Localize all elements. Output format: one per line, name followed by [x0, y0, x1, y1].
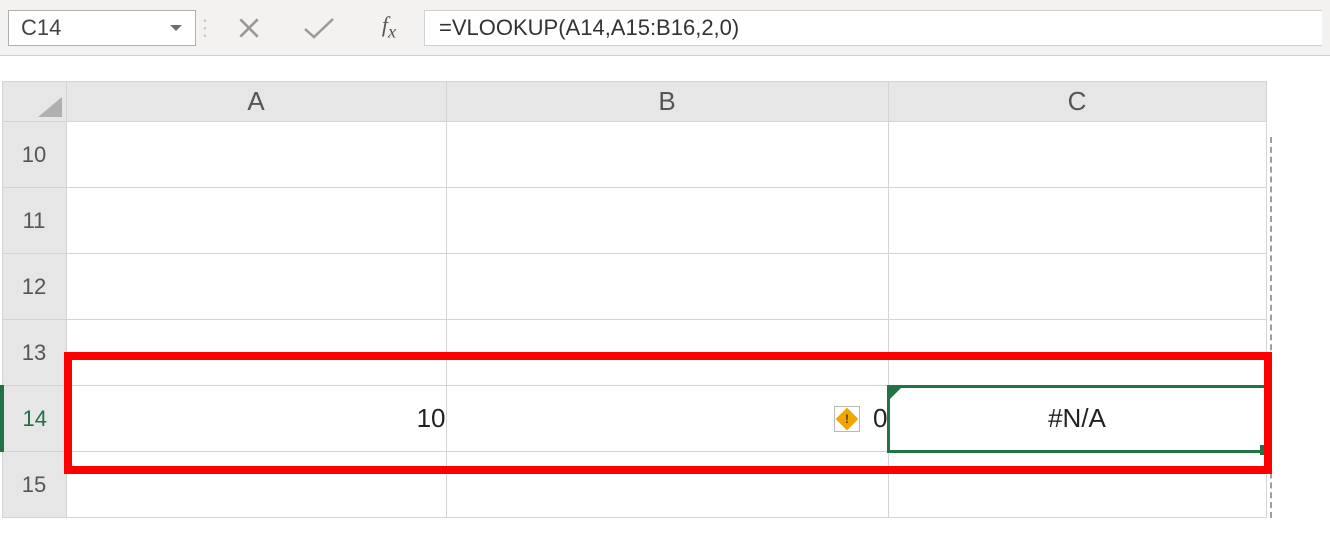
formula-input[interactable]: =VLOOKUP(A14,A15:B16,2,0) — [424, 10, 1322, 46]
cell-A10[interactable] — [66, 122, 446, 188]
cell-B14-value: 0 — [873, 403, 887, 433]
column-header-C[interactable]: C — [888, 82, 1266, 122]
cell-C10[interactable] — [888, 122, 1266, 188]
row-header-11[interactable]: 11 — [2, 188, 66, 254]
cell-B15[interactable] — [446, 452, 888, 518]
row-header-10[interactable]: 10 — [2, 122, 66, 188]
cell-B10[interactable] — [446, 122, 888, 188]
column-header-B[interactable]: B — [446, 82, 888, 122]
cell-B14[interactable]: 0 — [446, 386, 888, 452]
name-box[interactable]: C14 — [8, 10, 196, 46]
check-icon — [302, 16, 336, 40]
spreadsheet-grid: A B C 10 11 12 — [0, 56, 1330, 518]
separator-icon: ⋮ — [196, 15, 214, 41]
formula-text: =VLOOKUP(A14,A15:B16,2,0) — [439, 15, 739, 41]
cell-A12[interactable] — [66, 254, 446, 320]
row-header-14[interactable]: 14 — [2, 386, 66, 452]
formula-bar: C14 ⋮ fx =VLOOKUP(A14,A15:B16,2,0) — [0, 0, 1330, 56]
cell-B13[interactable] — [446, 320, 888, 386]
row-15: 15 — [2, 452, 1266, 518]
row-13: 13 — [2, 320, 1266, 386]
row-header-15[interactable]: 15 — [2, 452, 66, 518]
chevron-down-icon[interactable] — [167, 19, 185, 37]
warning-diamond-icon[interactable] — [834, 406, 860, 432]
name-box-value: C14 — [21, 15, 61, 41]
row-10: 10 — [2, 122, 1266, 188]
row-12: 12 — [2, 254, 1266, 320]
cell-A11[interactable] — [66, 188, 446, 254]
cell-C11[interactable] — [888, 188, 1266, 254]
x-icon — [236, 15, 262, 41]
cell-C15[interactable] — [888, 452, 1266, 518]
cell-B12[interactable] — [446, 254, 888, 320]
cell-C14[interactable]: #N/A — [888, 386, 1266, 452]
cancel-formula-button[interactable] — [214, 8, 284, 48]
insert-function-button[interactable]: fx — [354, 8, 424, 48]
cell-C12[interactable] — [888, 254, 1266, 320]
print-area-edge — [1270, 137, 1272, 518]
enter-formula-button[interactable] — [284, 8, 354, 48]
row-14: 14 10 0 #N/A — [2, 386, 1266, 452]
cell-A13[interactable] — [66, 320, 446, 386]
column-header-row: A B C — [2, 82, 1266, 122]
row-header-12[interactable]: 12 — [2, 254, 66, 320]
sheet-table: A B C 10 11 12 — [0, 81, 1267, 518]
column-header-A[interactable]: A — [66, 82, 446, 122]
select-all-corner[interactable] — [2, 82, 66, 122]
cell-A14[interactable]: 10 — [66, 386, 446, 452]
row-header-13[interactable]: 13 — [2, 320, 66, 386]
fx-icon: fx — [382, 12, 396, 42]
cell-B11[interactable] — [446, 188, 888, 254]
cell-C13[interactable] — [888, 320, 1266, 386]
cell-A15[interactable] — [66, 452, 446, 518]
row-11: 11 — [2, 188, 1266, 254]
